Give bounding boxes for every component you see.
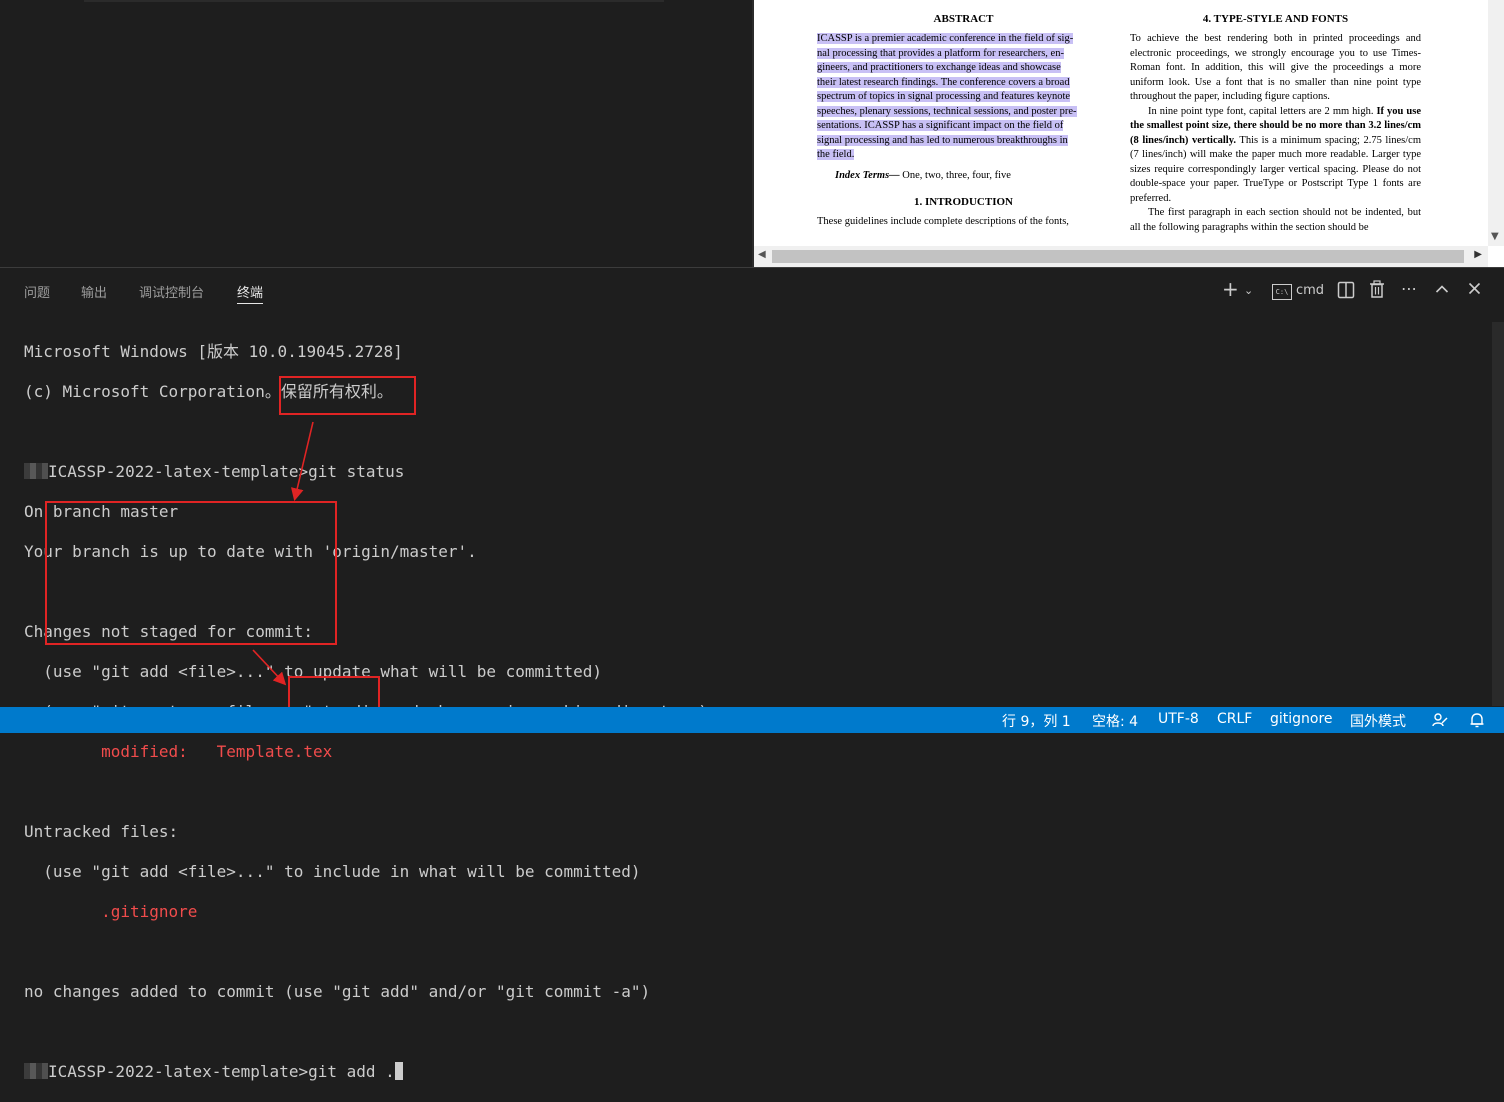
status-bar: 行 9，列 1 空格: 4 UTF-8 CRLF gitignore 国外模式 [0,707,1504,733]
terminal-prompt-line: ICASSP-2022-latex-template>git add . [24,1062,1484,1082]
language-mode[interactable]: gitignore [1270,711,1333,727]
modified-file-line: modified: Template.tex [24,742,333,761]
terminal-line: (use "git add <file>..." to include in w… [24,862,641,881]
arrow-status-to-changes [290,421,314,502]
cursor-position[interactable]: 行 9，列 1 [1002,711,1071,731]
line-ending[interactable]: CRLF [1217,711,1252,727]
indentation[interactable]: 空格: 4 [1092,711,1138,731]
prompt-directory: ICASSP-2022-latex-template> [48,1062,309,1081]
encoding[interactable]: UTF-8 [1158,711,1199,727]
terminal-cursor [394,1062,403,1080]
feedback-icon[interactable] [1432,712,1448,728]
terminal-line: no changes added to commit (use "git add… [24,982,651,1001]
untracked-file-line: .gitignore [24,902,198,921]
arrow-changes-to-add [252,649,287,686]
command-git-add: git add . [308,1062,395,1081]
notifications-bell-icon[interactable] [1469,712,1485,728]
terminal-line: Untracked files: [24,822,179,841]
mode-indicator[interactable]: 国外模式 [1350,711,1406,731]
redacted-path [24,1063,48,1079]
annotation-arrows [252,421,314,686]
